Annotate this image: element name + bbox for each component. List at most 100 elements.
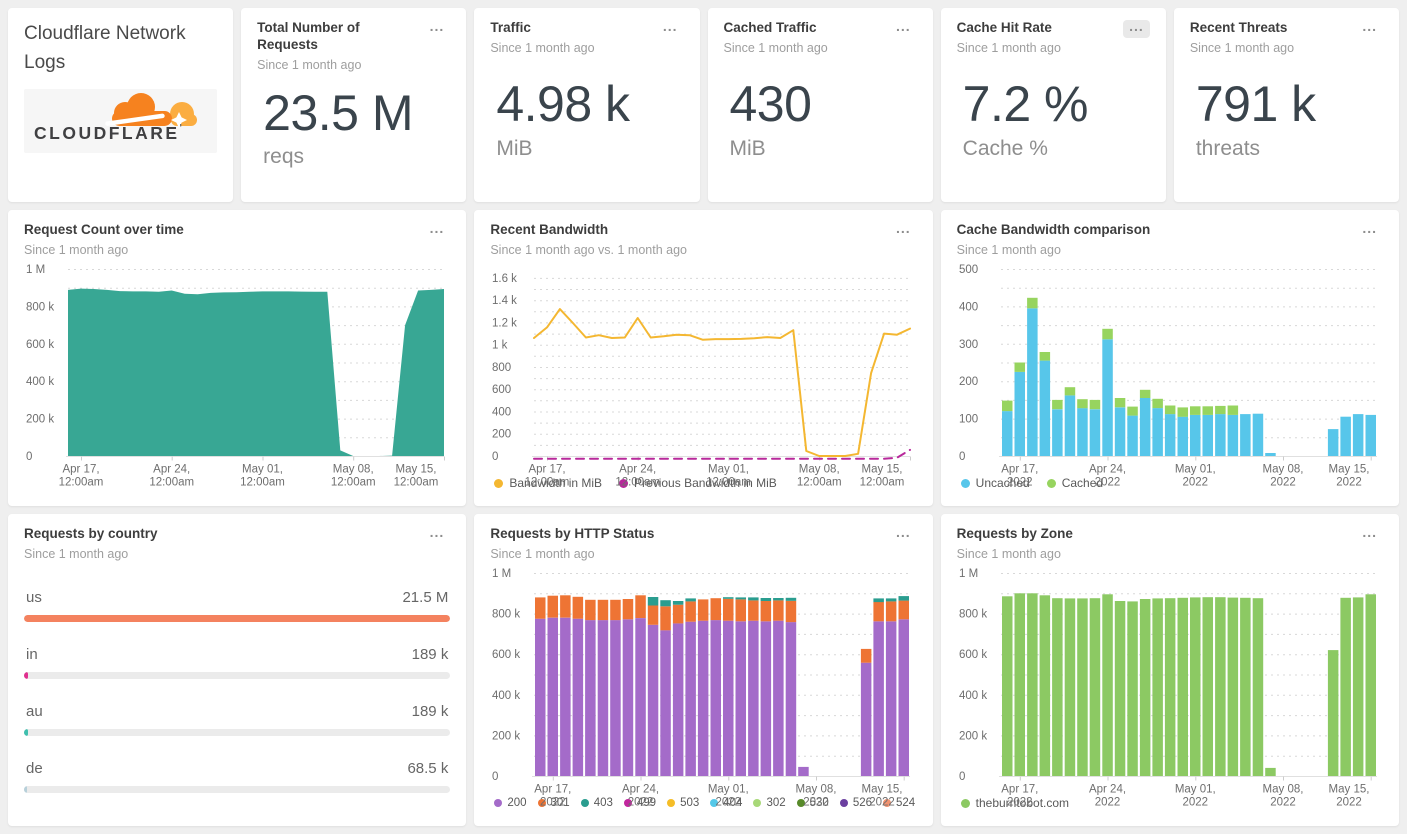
requests-by-zone-plot[interactable]: 1 M800 k600 k400 k200 k0Apr 17,2022Apr 2… xyxy=(957,561,1383,814)
svg-text:800 k: 800 k xyxy=(959,608,987,620)
panel-title: Cached Traffic xyxy=(723,20,817,35)
panel-menu-button[interactable]: ... xyxy=(890,525,917,544)
svg-text:800 k: 800 k xyxy=(26,301,54,313)
cache-bandwidth-chart[interactable]: 500 400 300 200 100 0 Apr 17, 2022 Apr 24, 2022 Ma… xyxy=(957,257,1383,488)
panel-subtitle: Since 1 month ago xyxy=(24,242,129,257)
country-row-au[interactable]: au 189 k xyxy=(24,703,451,736)
request-count-chart[interactable]: 1 M 800 k 600 k 400 k 200 k 0 Apr 17, 12:00am Ap… xyxy=(24,257,450,494)
svg-text:May 15,: May 15, xyxy=(1328,783,1369,795)
svg-text:100: 100 xyxy=(959,413,978,425)
panel-menu-button[interactable]: ... xyxy=(1356,221,1383,240)
country-bar-track xyxy=(24,728,451,736)
http-status-bar-segment xyxy=(547,617,559,776)
cache-bandwidth-bar-segment xyxy=(1227,405,1238,415)
svg-text:Apr 24,: Apr 24, xyxy=(1089,783,1126,795)
svg-text:2022: 2022 xyxy=(870,796,896,808)
requests-by-zone-bar-segment xyxy=(1014,593,1025,776)
recent-bandwidth-chart[interactable]: 1.6 k 1.4 k 1.2 k1 k 800 600 400 200 0 Apr 17, 12… xyxy=(490,257,916,488)
svg-text:12:00am: 12:00am xyxy=(59,476,104,488)
country-value: 68.5 k xyxy=(407,759,449,777)
http-status-bar-segment xyxy=(735,597,747,600)
http-status-bar-segment xyxy=(660,606,672,631)
requests-by-zone-bar-segment xyxy=(1001,596,1013,776)
http-status-bar-segment xyxy=(572,596,584,619)
cache-bandwidth-bar-segment xyxy=(1189,414,1201,456)
svg-text:1.2 k: 1.2 k xyxy=(492,317,517,329)
stat-value: 23.5 M xyxy=(263,84,414,141)
http-status-bar-segment xyxy=(898,595,910,601)
panel-subtitle: Since 1 month ago xyxy=(956,40,1061,55)
http-status-bar-segment xyxy=(886,621,897,776)
cache-bandwidth-bar-segment xyxy=(1365,414,1376,456)
http-status-bar-segment xyxy=(861,662,872,776)
panel-menu-button[interactable]: ... xyxy=(424,221,451,240)
panel-subtitle: Since 1 month ago xyxy=(956,546,1061,561)
panel-menu-button[interactable]: ... xyxy=(890,221,917,240)
country-bar-track xyxy=(24,614,451,622)
panel-title: Request Count over time xyxy=(24,222,184,237)
requests-by-zone-bar-segment xyxy=(1177,597,1188,776)
panel-stat-cache-hit-rate: Cache Hit Rate Since 1 month ago ... 7.2… xyxy=(940,8,1166,202)
country-bar-track xyxy=(24,671,451,679)
country-row-us[interactable]: us 21.5 M xyxy=(24,589,451,622)
country-bar xyxy=(24,671,28,679)
cache-bandwidth-bar-segment xyxy=(1001,400,1013,411)
http-status-bar-segment xyxy=(748,597,759,601)
panel-menu-button[interactable]: ... xyxy=(890,19,917,38)
cache-bandwidth-bar-segment xyxy=(1039,351,1050,361)
http-status-bar-segment xyxy=(535,618,546,776)
cache-bandwidth-bar-segment xyxy=(1126,415,1138,456)
country-bar xyxy=(24,785,27,793)
svg-text:1 k: 1 k xyxy=(492,340,508,352)
cloudflare-logo: CLOUDFLARE' xyxy=(24,89,218,153)
panel-menu-button[interactable]: ... xyxy=(424,19,451,38)
requests-by-zone-chart[interactable]: 1 M 800 k 600 k 400 k 200 k 0 Apr 17, 2022 Apr 2… xyxy=(957,561,1383,808)
http-status-plot[interactable]: 1 M800 k600 k400 k200 k0Apr 17,2022Apr 2… xyxy=(490,561,916,814)
panel-menu-button[interactable]: ... xyxy=(657,19,684,38)
panel-menu-button[interactable]: ... xyxy=(1123,19,1150,38)
country-row-de[interactable]: de 68.5 k xyxy=(24,759,451,793)
requests-by-zone-bar-segment xyxy=(1139,598,1151,776)
svg-text:Apr 17,: Apr 17, xyxy=(529,463,566,475)
cache-bandwidth-plot[interactable]: 5004003002001000Apr 17,2022Apr 24,2022Ma… xyxy=(957,257,1383,494)
country-bar-track xyxy=(24,785,451,793)
svg-text:Apr 17,: Apr 17, xyxy=(1001,463,1038,475)
panel-title: Traffic xyxy=(490,20,531,35)
dashboard: Cloudflare Network Logs CLOUDFLARE' Tota… xyxy=(0,0,1407,834)
cache-bandwidth-bar-segment xyxy=(1227,414,1238,456)
svg-text:May 08,: May 08, xyxy=(796,783,837,795)
http-status-bar-segment xyxy=(673,604,684,624)
requests-by-zone-bar-segment xyxy=(1114,600,1125,776)
requests-by-zone-bar-segment xyxy=(1264,767,1276,776)
cache-bandwidth-bar-segment xyxy=(1189,406,1201,415)
cache-bandwidth-bar-segment xyxy=(1352,413,1364,456)
http-status-bar-segment xyxy=(773,620,784,776)
panel-menu-button[interactable]: ... xyxy=(1356,525,1383,544)
cache-bandwidth-bar-segment xyxy=(1327,428,1339,456)
http-status-bar-segment xyxy=(760,597,772,601)
stat-unit: reqs xyxy=(263,145,305,169)
http-status-chart[interactable]: 1 M 800 k 600 k 400 k 200 k 0 Apr 17, 2022 Apr 2… xyxy=(490,561,916,808)
http-status-bar-segment xyxy=(786,621,797,776)
panel-menu-button[interactable]: ... xyxy=(1356,19,1383,38)
panel-menu-button[interactable]: ... xyxy=(424,525,451,544)
http-status-bar-segment xyxy=(560,595,571,618)
trademark-mark: ' xyxy=(179,123,182,134)
panel-stat-recent-threats: Recent Threats Since 1 month ago ... 791… xyxy=(1173,8,1399,202)
requests-by-zone-bar-segment xyxy=(1227,597,1238,776)
svg-text:2022: 2022 xyxy=(1336,476,1362,488)
panel-stat-total-requests: Total Number of Requests Since 1 month a… xyxy=(241,8,467,202)
http-status-bar-segment xyxy=(886,598,897,602)
cache-bandwidth-bar-segment xyxy=(1051,409,1063,456)
svg-text:2022: 2022 xyxy=(1094,796,1120,808)
request-count-plot[interactable]: 1 M800 k600 k400 k200 k0Apr 17,12:00amAp… xyxy=(24,257,450,494)
svg-text:400: 400 xyxy=(959,301,978,313)
http-status-bar-segment xyxy=(786,600,797,622)
http-status-bar-segment xyxy=(610,619,622,776)
country-row-in[interactable]: in 189 k xyxy=(24,646,451,679)
panel-http-status: Requests by HTTP Status Since 1 month ag… xyxy=(474,514,933,826)
recent-bandwidth-plot[interactable]: 1.6 k1.4 k1.2 k1 k8006004002000Apr 17,12… xyxy=(490,257,916,494)
svg-text:1 M: 1 M xyxy=(26,264,45,276)
panel-requests-by-zone: Requests by Zone Since 1 month ago ... 1… xyxy=(940,514,1399,826)
stat-value: 7.2 % xyxy=(962,76,1089,133)
